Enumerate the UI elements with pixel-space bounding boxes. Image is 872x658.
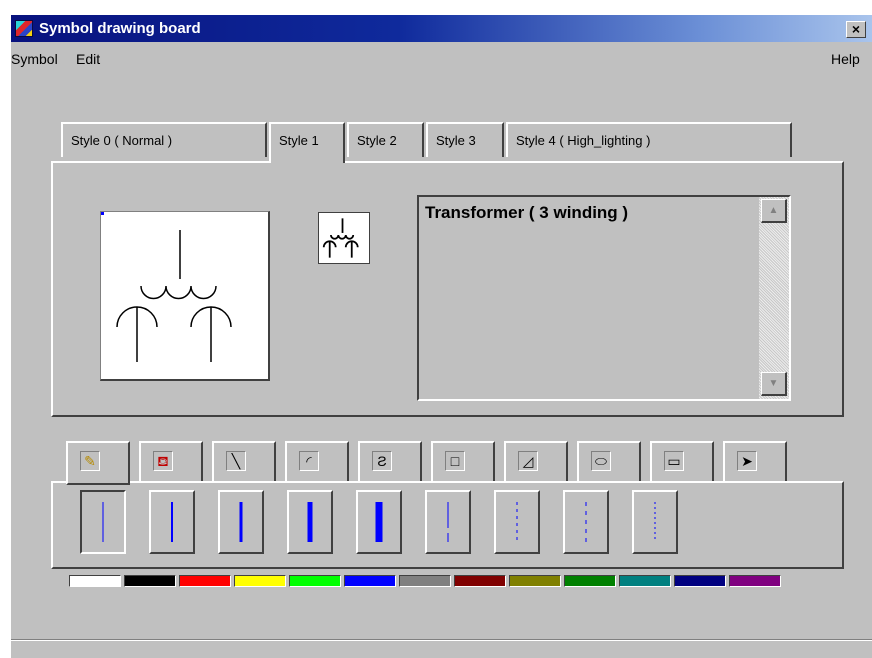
pen-line-sample	[307, 502, 313, 542]
title-bar[interactable]: Symbol drawing board ×	[11, 15, 872, 42]
drawing-canvas[interactable]	[100, 211, 270, 381]
tool-tab-pencil[interactable]: ✎	[66, 441, 130, 485]
color-swatch[interactable]	[289, 575, 341, 587]
polygon-icon: ◿	[518, 451, 538, 471]
tab-label: Style 2	[357, 133, 397, 148]
anchor-handle[interactable]	[101, 212, 104, 215]
tool-tab-arc[interactable]: ◜	[285, 441, 349, 483]
fill-bucket-icon: ⛾	[153, 451, 173, 471]
tool-tab-curve[interactable]: Ƨ	[358, 441, 422, 483]
color-swatch[interactable]	[69, 575, 121, 587]
color-swatch[interactable]	[454, 575, 506, 587]
line-icon: ╲	[226, 451, 246, 471]
color-swatch[interactable]	[234, 575, 286, 587]
pen-style-button[interactable]	[149, 490, 195, 554]
tab-style-3[interactable]: Style 3	[426, 122, 504, 157]
color-swatch[interactable]	[509, 575, 561, 587]
tool-tab-ellipse[interactable]: ⬭	[577, 441, 641, 483]
color-swatch[interactable]	[179, 575, 231, 587]
tool-tab-fill-bucket[interactable]: ⛾	[139, 441, 203, 483]
color-swatch[interactable]	[729, 575, 781, 587]
color-swatch[interactable]	[619, 575, 671, 587]
pen-line-sample	[516, 502, 518, 542]
status-bar	[11, 639, 872, 658]
vertical-scrollbar[interactable]: ▲ ▼	[759, 197, 789, 399]
tab-style-1[interactable]: Style 1	[269, 122, 345, 163]
pen-style-button[interactable]	[287, 490, 333, 554]
pen-style-button[interactable]	[80, 490, 126, 554]
tab-label: Style 3	[436, 133, 476, 148]
tab-label: Style 4 ( High_lighting )	[516, 133, 651, 148]
rectangle-icon: □	[445, 451, 465, 471]
scroll-down-button[interactable]: ▼	[761, 372, 787, 396]
pen-line-sample	[239, 502, 243, 542]
pen-line-sample	[585, 502, 587, 542]
symbol-drawing-board-window: Symbol drawing board × Symbol Edit Help …	[11, 15, 872, 658]
app-icon	[15, 20, 33, 37]
tab-style-2[interactable]: Style 2	[347, 122, 424, 157]
curve-icon: Ƨ	[372, 451, 392, 471]
menu-edit[interactable]: Edit	[76, 51, 100, 67]
tab-style-4[interactable]: Style 4 ( High_lighting )	[506, 122, 792, 157]
pen-style-button[interactable]	[218, 490, 264, 554]
rounded-rectangle-icon: ▭	[664, 451, 684, 471]
close-button[interactable]: ×	[846, 21, 866, 38]
menu-help[interactable]: Help	[831, 51, 860, 67]
pen-style-button[interactable]	[494, 490, 540, 554]
tool-tab-rectangle[interactable]: □	[431, 441, 495, 483]
symbol-name: Transformer ( 3 winding )	[425, 203, 629, 222]
color-swatch[interactable]	[344, 575, 396, 587]
transformer-preview-icon	[322, 218, 359, 258]
color-swatch[interactable]	[674, 575, 726, 587]
color-swatch[interactable]	[399, 575, 451, 587]
pen-line-sample	[654, 502, 656, 542]
pen-style-button[interactable]	[632, 490, 678, 554]
pencil-icon: ✎	[80, 451, 100, 471]
tab-style-0[interactable]: Style 0 ( Normal )	[61, 122, 267, 157]
symbol-preview	[318, 212, 370, 264]
arrow-up-icon: ▲	[768, 205, 779, 216]
tool-tab-rounded-rectangle[interactable]: ▭	[650, 441, 714, 483]
arrow-down-icon: ▼	[768, 378, 779, 389]
pen-line-sample	[447, 502, 449, 542]
pen-line-sample	[102, 502, 104, 542]
color-swatch[interactable]	[124, 575, 176, 587]
tab-label: Style 0 ( Normal )	[71, 133, 173, 148]
tool-tab-line[interactable]: ╲	[212, 441, 276, 483]
window-title: Symbol drawing board	[39, 20, 201, 37]
transformer-drawing	[101, 212, 232, 362]
menu-symbol[interactable]: Symbol	[11, 51, 58, 67]
pen-style-button[interactable]	[563, 490, 609, 554]
scroll-up-button[interactable]: ▲	[761, 199, 787, 223]
menu-bar: Symbol Edit Help	[11, 44, 872, 70]
arc-icon: ◜	[299, 451, 319, 471]
tool-tab-pointer[interactable]: ➤	[723, 441, 787, 483]
tool-tab-polygon[interactable]: ◿	[504, 441, 568, 483]
pointer-icon: ➤	[737, 451, 757, 471]
color-swatch[interactable]	[564, 575, 616, 587]
tab-label: Style 1	[279, 133, 319, 148]
symbol-name-box[interactable]: Transformer ( 3 winding ) ▲ ▼	[417, 195, 791, 401]
pen-style-button[interactable]	[356, 490, 402, 554]
pen-style-button[interactable]	[425, 490, 471, 554]
ellipse-icon: ⬭	[591, 451, 611, 471]
pen-line-sample	[171, 502, 173, 542]
pen-line-sample	[375, 502, 383, 542]
